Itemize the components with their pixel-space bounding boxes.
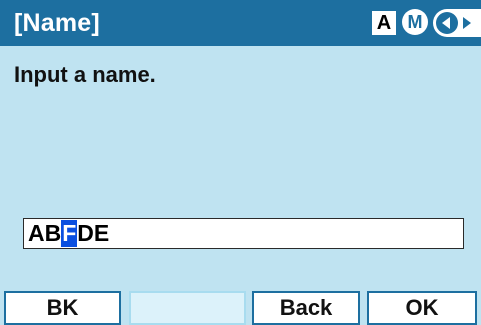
- input-text-before-cursor: AB: [28, 220, 62, 246]
- empty-softkey[interactable]: [129, 291, 246, 325]
- input-text-after-cursor: DE: [77, 220, 110, 246]
- input-mode-a-indicator: A: [372, 11, 396, 35]
- ok-softkey[interactable]: OK: [367, 291, 477, 325]
- phone-display: [Name] A M Input a name. AB F DE BK Back O…: [0, 0, 481, 325]
- input-mode-m-indicator: M: [402, 9, 428, 35]
- name-input-field[interactable]: AB F DE: [23, 218, 464, 249]
- input-cursor: F: [61, 220, 78, 247]
- prompt-text: Input a name.: [14, 62, 156, 87]
- bk-softkey[interactable]: BK: [4, 291, 121, 325]
- back-softkey[interactable]: Back: [252, 291, 360, 325]
- left-right-arrows-icon: [433, 9, 481, 37]
- title-bar: [Name] A M: [0, 0, 481, 46]
- screen-title: [Name]: [14, 9, 100, 37]
